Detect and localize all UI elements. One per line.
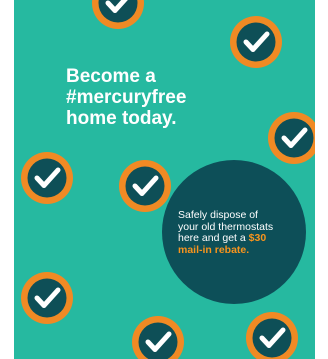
rebate-line-3-text: here and get a	[178, 232, 249, 244]
check-badge-icon	[119, 160, 171, 212]
rebate-amount: $30	[248, 232, 267, 244]
headline: Become a #mercuryfree home today.	[66, 66, 186, 129]
check-badge-icon	[21, 152, 73, 204]
headline-line-2: #mercuryfree	[66, 87, 187, 108]
poster: Become a #mercuryfree home today. Safely…	[14, 0, 315, 359]
check-badge-icon	[21, 272, 73, 324]
rebate-line-3: here and get a $30	[178, 232, 298, 245]
rebate-message: Safely dispose of your old thermostats h…	[178, 209, 298, 256]
rebate-line-1: Safely dispose of	[178, 209, 258, 221]
headline-line-3: home today.	[66, 108, 177, 129]
check-badge-icon	[230, 16, 282, 68]
headline-line-1: Become a	[66, 66, 156, 87]
rebate-line-4: mail-in rebate.	[178, 243, 250, 256]
poster-graphics	[14, 0, 315, 359]
